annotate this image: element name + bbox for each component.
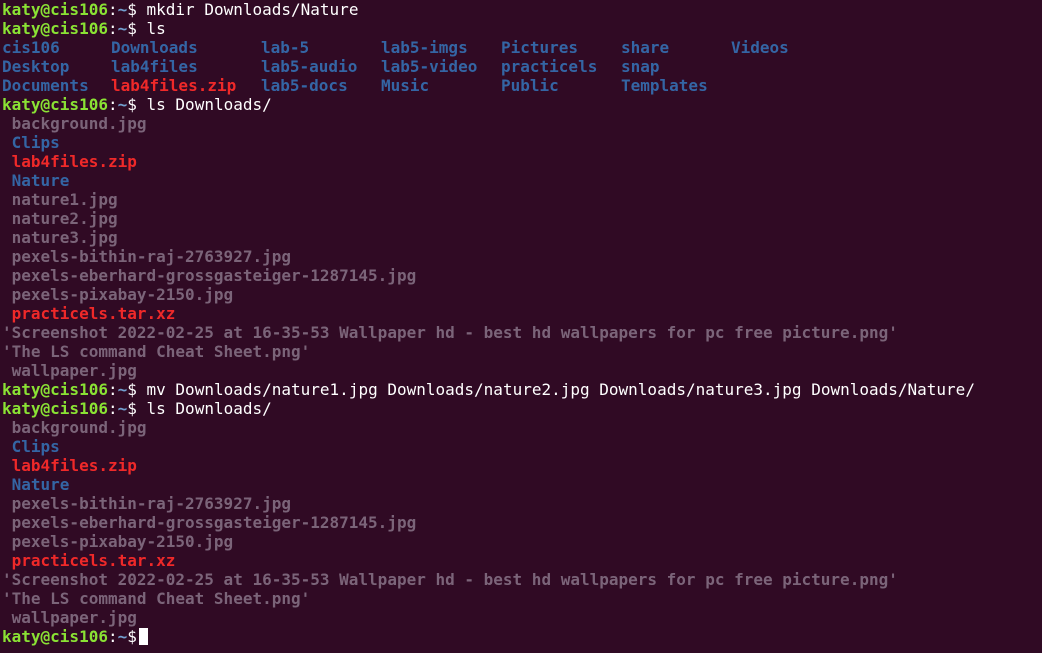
archive-entry: practicels.tar.xz [2, 304, 176, 323]
prompt-user-host: katy@cis106 [2, 0, 108, 19]
prompt-line: katy@cis106: ~ $ mkdir Downloads/Nature [2, 0, 359, 19]
file-entry: nature3.jpg [2, 228, 118, 247]
terminal-window[interactable]: katy@cis106: ~ $ mkdir Downloads/Nature ka… [0, 0, 1042, 653]
file-entry: pexels-bithin-raj-2763927.jpg [2, 494, 291, 513]
prompt-user-host: katy@cis106 [2, 95, 108, 114]
text-cursor[interactable] [138, 628, 148, 645]
archive-entry: lab4files.zip [2, 152, 137, 171]
file-entry: pexels-eberhard-grossgasteiger-1287145.j… [2, 513, 417, 532]
dir-entry: Nature [2, 171, 70, 190]
archive-entry: practicels.tar.xz [2, 551, 176, 570]
file-entry: pexels-pixabay-2150.jpg [2, 532, 234, 551]
prompt-user-host: katy@cis106 [2, 19, 108, 38]
archive-entry: lab4files.zip [111, 76, 237, 95]
file-entry: 'The LS command Cheat Sheet.png' [2, 589, 311, 608]
prompt-user-host: katy@cis106 [2, 380, 108, 399]
dir-entry: Music [381, 76, 430, 95]
file-entry: 'Screenshot 2022-02-25 at 16-35-53 Wallp… [2, 323, 898, 342]
file-entry: pexels-pixabay-2150.jpg [2, 285, 234, 304]
command-text: ls [136, 19, 166, 38]
file-entry: wallpaper.jpg [2, 608, 137, 627]
active-prompt-line[interactable]: katy@cis106: ~ $ [2, 627, 1042, 646]
prompt-line: katy@cis106: ~ $ ls Downloads/ [2, 95, 272, 114]
command-text: ls Downloads/ [136, 95, 272, 114]
ls-output-row: cis106 Downloads lab-5 lab5-imgs Picture… [2, 38, 1042, 57]
dir-entry: Templates [621, 76, 708, 95]
dir-entry: lab5-docs [261, 76, 348, 95]
prompt-symbol: $ [127, 95, 137, 114]
dir-entry: Nature [2, 475, 70, 494]
file-entry: nature2.jpg [2, 209, 118, 228]
prompt-user-host: katy@cis106 [2, 627, 108, 646]
dir-entry: Public [501, 76, 559, 95]
prompt-symbol: $ [127, 0, 137, 19]
prompt-path: ~ [117, 380, 128, 399]
ls-output-row: Desktop lab4files lab5-audio lab5-video … [2, 57, 1042, 76]
dir-entry: lab5-audio [261, 57, 358, 76]
dir-entry: lab5-imgs [381, 38, 468, 57]
prompt-user-host: katy@cis106 [2, 399, 108, 418]
prompt-symbol: $ [127, 19, 137, 38]
file-entry: pexels-eberhard-grossgasteiger-1287145.j… [2, 266, 417, 285]
command-text: mkdir Downloads/Nature [136, 0, 359, 19]
command-text: mv Downloads/nature1.jpg Downloads/natur… [136, 380, 975, 399]
dir-entry: lab5-video [381, 57, 478, 76]
dir-entry: snap [621, 57, 660, 76]
prompt-symbol: $ [127, 627, 137, 646]
dir-entry: Videos [731, 38, 789, 57]
file-entry: wallpaper.jpg [2, 361, 137, 380]
file-entry: background.jpg [2, 418, 147, 437]
prompt-line: katy@cis106: ~ $ mv Downloads/nature1.jpg … [2, 380, 975, 399]
dir-entry: Documents [2, 76, 89, 95]
archive-entry: lab4files.zip [2, 456, 137, 475]
dir-entry: Downloads [111, 38, 198, 57]
file-entry: pexels-bithin-raj-2763927.jpg [2, 247, 291, 266]
file-entry: background.jpg [2, 114, 147, 133]
ls-output-row: Documents lab4files.zip lab5-docs Music … [2, 76, 1042, 95]
prompt-path: ~ [117, 19, 128, 38]
prompt-line: katy@cis106: ~ $ ls [2, 19, 166, 38]
dir-entry: Clips [2, 437, 60, 456]
prompt-path: ~ [117, 399, 128, 418]
file-entry: 'Screenshot 2022-02-25 at 16-35-53 Wallp… [2, 570, 898, 589]
dir-entry: lab-5 [261, 38, 310, 57]
prompt-symbol: $ [127, 399, 137, 418]
prompt-line: katy@cis106: ~ $ ls Downloads/ [2, 399, 272, 418]
prompt-path: ~ [117, 95, 128, 114]
prompt-symbol: $ [127, 380, 137, 399]
prompt-path: ~ [117, 0, 128, 19]
dir-entry: lab4files [111, 57, 198, 76]
dir-entry: Desktop [2, 57, 70, 76]
file-entry: nature1.jpg [2, 190, 118, 209]
dir-entry: Pictures [501, 38, 579, 57]
dir-entry: cis106 [2, 38, 60, 57]
dir-entry: Clips [2, 133, 60, 152]
dir-entry: practicels [501, 57, 598, 76]
prompt-path: ~ [117, 627, 128, 646]
dir-entry: share [621, 38, 670, 57]
command-text: ls Downloads/ [136, 399, 272, 418]
file-entry: 'The LS command Cheat Sheet.png' [2, 342, 311, 361]
